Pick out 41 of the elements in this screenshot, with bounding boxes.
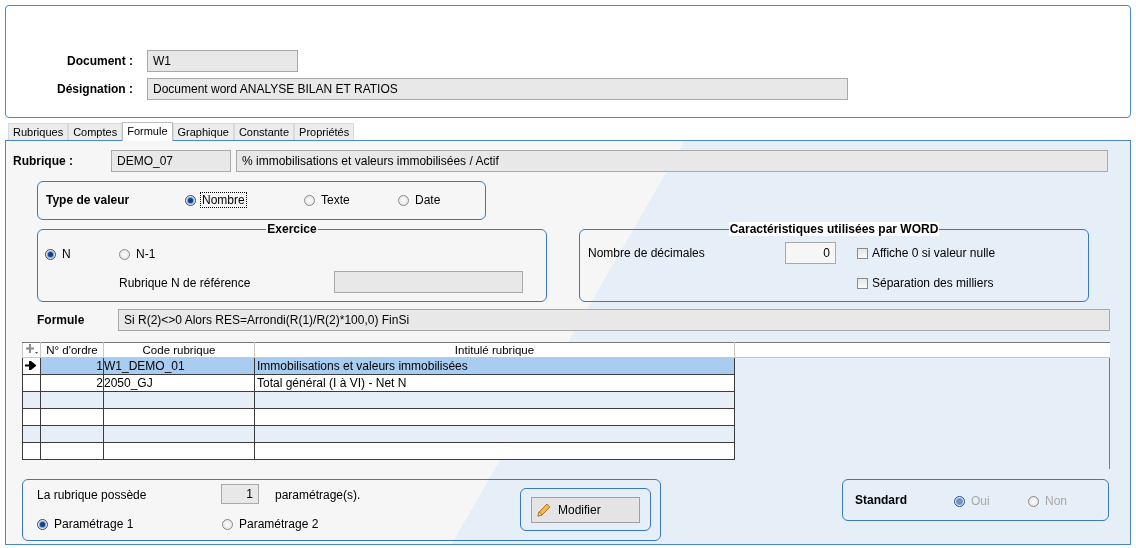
- field-label: Nombre de décimales: [588, 246, 705, 260]
- group-label: Type de valeur: [46, 193, 130, 207]
- tab[interactable]: Propriétés: [294, 123, 355, 140]
- field-label: La rubrique possède: [37, 488, 147, 502]
- tab[interactable]: Constante: [233, 123, 295, 140]
- radio-label[interactable]: Nombre: [200, 192, 247, 208]
- input-field[interactable]: DEMO_07: [111, 150, 231, 172]
- radio-button[interactable]: Nombre: [185, 192, 247, 208]
- checkbox[interactable]: Séparation des milliers: [857, 276, 994, 290]
- input-field[interactable]: W1: [147, 50, 298, 72]
- column-header[interactable]: Code rubrique: [103, 342, 255, 358]
- radio-button[interactable]: Paramétrage 2: [222, 516, 321, 532]
- input-field[interactable]: 0: [785, 242, 836, 264]
- group-title: Caractéristiques utilisées par WORD: [728, 222, 940, 236]
- radio-button[interactable]: Date: [398, 192, 443, 208]
- field-label: Rubrique :: [13, 154, 74, 168]
- radio-button[interactable]: Paramétrage 1: [37, 516, 136, 532]
- group-label: Standard: [855, 493, 907, 507]
- field-label: Formule: [37, 313, 86, 327]
- radio-button[interactable]: N-1: [119, 246, 158, 262]
- checkbox[interactable]: Affiche 0 si valeur nulle: [857, 246, 996, 260]
- radio-button[interactable]: N: [45, 246, 73, 262]
- column-header[interactable]: N° d'ordre: [40, 342, 104, 358]
- radio-button[interactable]: Texte: [304, 192, 352, 208]
- radio-label[interactable]: Texte: [319, 192, 352, 208]
- radio-label[interactable]: Date: [413, 192, 443, 208]
- field-label: paramétrage(s).: [275, 488, 361, 502]
- input-field[interactable]: Document word ANALYSE BILAN ET RATIOS: [147, 78, 848, 100]
- field-label: Document :: [66, 54, 133, 68]
- input-field[interactable]: 1: [221, 484, 259, 504]
- field-label: Rubrique N de référence: [119, 276, 251, 290]
- input-field[interactable]: Si R(2)<>0 Alors RES=Arrondi(R(1)/R(2)*100,0) FinSi: [118, 309, 1110, 331]
- modify-button[interactable]: Modifier: [531, 496, 640, 523]
- input-field[interactable]: % immobilisations et valeurs immobilisées / Actif: [236, 150, 1108, 172]
- tab[interactable]: Rubriques: [8, 123, 69, 140]
- column-header[interactable]: Intitulé rubrique: [254, 342, 735, 358]
- tab[interactable]: Graphique: [172, 123, 234, 140]
- tab[interactable]: Comptes: [68, 123, 123, 140]
- group-title: Exercice: [266, 222, 318, 236]
- tab[interactable]: Formule: [122, 122, 173, 141]
- field-label: Désignation :: [56, 82, 133, 96]
